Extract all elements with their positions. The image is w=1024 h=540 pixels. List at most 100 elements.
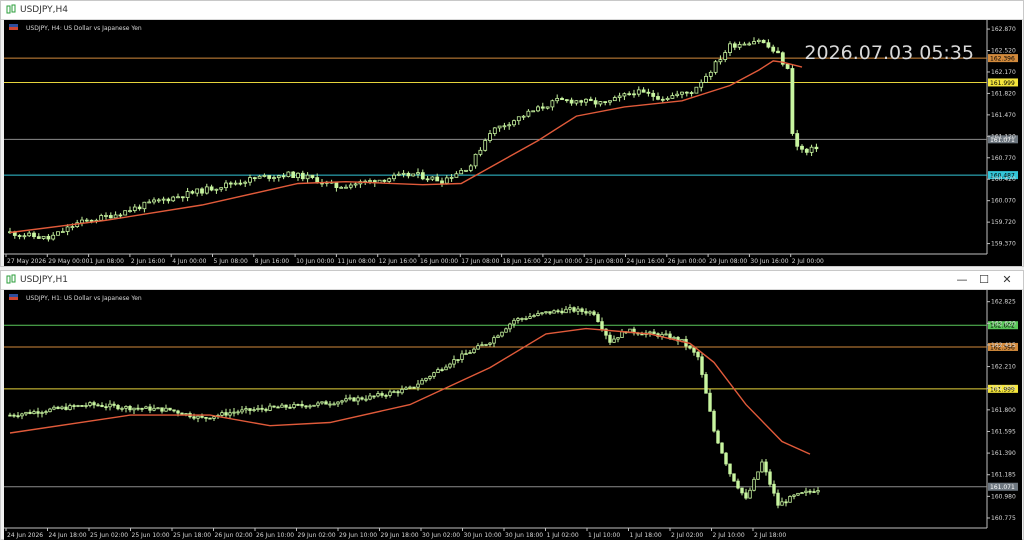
candle-body [540,106,545,109]
moving-average-line [9,60,803,234]
candle-body [328,403,332,406]
candle-body [540,312,544,315]
close-button[interactable]: ✕ [996,272,1018,288]
candle-body [776,492,780,506]
candle-body [332,403,336,406]
candle-body [699,82,704,88]
price-chart-h4[interactable]: USDJPY, H4: US Dollar vs Japanese Yen 162… [4,20,1022,266]
x-tick-label: 8 Jun 16:00 [255,258,289,265]
candle-body [689,92,694,94]
candle-body [209,186,214,191]
candle-body [617,95,622,98]
candle-body [40,412,44,414]
candle-body [524,318,528,320]
candle-body [312,404,316,407]
candle-body [384,394,388,397]
y-tick-label: 162.170 [991,69,1016,76]
candle-body [497,125,502,129]
candle-body [36,236,41,239]
candlestick-icon [6,274,16,284]
x-tick-label: 22 Jun 00:00 [544,258,582,265]
chart-window-h1[interactable]: USDJPY,H1 — ☐ ✕ USDJPY, H1: US Dollar vs… [0,270,1024,540]
candle-body [152,407,156,411]
window-titlebar[interactable]: USDJPY,H4 [1,1,1023,20]
candle-body [292,404,296,408]
candle-body [616,337,620,340]
candle-body [88,402,92,406]
candle-body [51,234,56,240]
candle-body [675,93,680,96]
candle-body [32,232,36,238]
chart-canvas[interactable]: USDJPY, H1: US Dollar vs Japanese Yen 162… [4,290,1022,540]
candle-body [238,182,243,185]
candle-body [564,308,568,314]
candle-body [124,406,128,409]
candle-body [240,409,244,413]
candle-body [406,172,411,177]
chart-header-text: USDJPY, H4: US Dollar vs Japanese Yen [26,25,142,32]
x-tick-label: 26 Jun 00:00 [668,258,706,265]
y-tick-label: 161.185 [991,472,1016,479]
candle-body [108,215,113,219]
x-tick-label: 12 Jun 16:00 [379,258,417,265]
candle-body [147,201,152,204]
y-tick-label: 161.595 [991,428,1016,435]
candle-body [164,407,168,412]
candle-body [651,92,656,97]
candle-body [168,407,172,411]
candle-body [808,490,812,493]
minimize-button[interactable]: — [951,272,973,288]
candle-body [425,178,430,181]
maximize-button[interactable]: ☐ [973,272,995,288]
candle-body [156,199,161,202]
candle-body [670,95,675,99]
candle-body [228,412,232,416]
candle-body [416,383,420,388]
candle-body [219,187,224,190]
candle-body [756,471,760,480]
candle-body [214,188,219,191]
candle-body [464,169,468,172]
candle-body [44,411,48,414]
candle-body [620,331,624,338]
candle-body [108,403,112,408]
candle-body [452,359,456,365]
chart-window-h4[interactable]: USDJPY,H4 USDJPY, H4: US Dollar vs Japan… [0,0,1024,267]
candle-body [348,397,352,400]
candle-body [612,338,616,343]
candle-body [800,492,804,495]
candle-body [344,186,348,189]
candle-body [360,397,364,400]
price-chart-h1[interactable]: USDJPY, H1: US Dollar vs Japanese Yen 162… [4,290,1022,540]
candle-body [636,89,641,95]
candle-body [233,182,238,185]
candle-body [400,388,404,394]
candle-body [70,226,75,229]
x-tick-label: 18 Jun 16:00 [503,258,541,265]
flag-icon [9,297,18,300]
x-tick-label: 30 Jun 16:00 [750,258,788,265]
window-titlebar[interactable]: USDJPY,H1 — ☐ ✕ [1,271,1023,290]
candle-body [468,352,472,355]
candle-body [792,494,796,497]
candle-body [694,86,699,94]
candle-body [308,405,312,408]
candle-body [512,120,516,126]
candle-body [180,412,184,415]
candle-body [96,404,100,407]
candle-body [468,165,473,171]
candle-body [603,101,608,104]
candle-body [208,417,212,420]
candle-body [772,483,776,494]
candle-body [252,177,257,180]
candle-body [672,336,676,340]
candle-body [420,172,425,180]
candle-body [184,413,188,415]
candle-body [531,110,536,113]
candle-body [516,318,520,321]
candle-body [304,405,308,408]
candle-body [22,235,27,238]
x-tick-label: 25 Jun 02:00 [90,532,128,539]
candle-body [176,196,180,199]
candle-body [171,196,176,202]
